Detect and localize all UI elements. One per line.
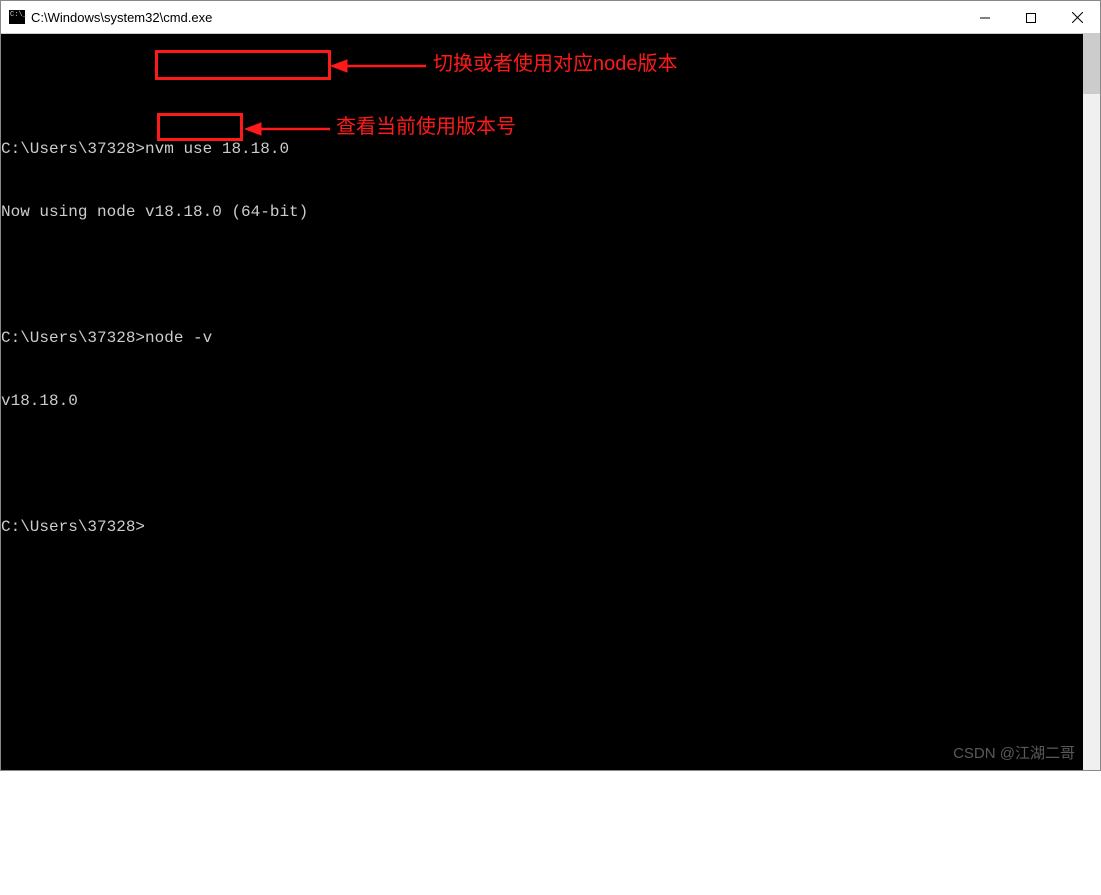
arrow-icon [331, 56, 431, 76]
annotation-box [157, 113, 243, 141]
annotation-label: 切换或者使用对应node版本 [433, 54, 678, 75]
maximize-icon [1026, 13, 1036, 23]
command-text: node -v [145, 329, 212, 347]
terminal-output: v18.18.0 [1, 391, 1083, 412]
scrollbar-thumb[interactable] [1083, 34, 1100, 94]
maximize-button[interactable] [1008, 1, 1054, 34]
terminal-container: C:\Users\37328>nvm use 18.18.0 Now using… [1, 34, 1100, 770]
terminal-line: C:\Users\37328> [1, 517, 1083, 538]
terminal-line: C:\Users\37328>node -v [1, 328, 1083, 349]
window-controls [962, 1, 1100, 34]
cmd-window: C:\Windows\system32\cmd.exe C:\Users\373… [0, 0, 1101, 771]
arrow-icon [245, 119, 335, 139]
annotation-label: 查看当前使用版本号 [336, 117, 516, 138]
command-text: nvm use 18.18.0 [145, 140, 289, 158]
scrollbar[interactable] [1083, 34, 1100, 770]
terminal-line: C:\Users\37328>nvm use 18.18.0 [1, 139, 1083, 160]
watermark: CSDN @江湖二哥 [953, 743, 1075, 764]
prompt: C:\Users\37328> [1, 518, 145, 536]
terminal-output: Now using node v18.18.0 (64-bit) [1, 202, 1083, 223]
terminal[interactable]: C:\Users\37328>nvm use 18.18.0 Now using… [1, 34, 1083, 770]
close-button[interactable] [1054, 1, 1100, 34]
minimize-icon [980, 13, 990, 23]
close-icon [1072, 12, 1083, 23]
prompt: C:\Users\37328> [1, 329, 145, 347]
titlebar[interactable]: C:\Windows\system32\cmd.exe [1, 1, 1100, 34]
cmd-icon [9, 10, 25, 24]
window-title: C:\Windows\system32\cmd.exe [31, 10, 212, 25]
prompt: C:\Users\37328> [1, 140, 145, 158]
minimize-button[interactable] [962, 1, 1008, 34]
